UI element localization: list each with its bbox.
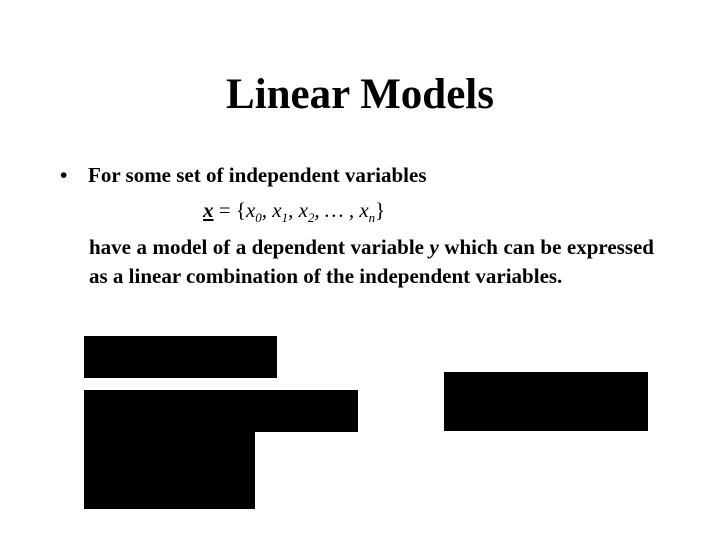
redaction-box	[84, 390, 358, 432]
paragraph-text: have a model of a dependent variable	[89, 235, 430, 259]
description-paragraph: have a model of a dependent variable y w…	[89, 233, 654, 291]
term-x: , … , x	[314, 198, 369, 222]
close-brace: }	[375, 198, 386, 222]
bullet-marker: •	[60, 163, 68, 187]
term-x: x	[245, 198, 256, 222]
term-x: , x	[261, 198, 282, 222]
redaction-box	[84, 431, 255, 509]
bullet-text: For some set of independent variables	[88, 163, 427, 187]
variable-y: y	[429, 235, 439, 259]
slide-title: Linear Models	[226, 71, 494, 118]
term-x: , x	[288, 198, 308, 222]
bullet-item: • For some set of independent variables	[60, 163, 427, 188]
equals-brace: = {	[213, 198, 246, 222]
redaction-box	[84, 336, 277, 378]
vector-x: x	[203, 198, 214, 222]
variable-set-formula: x = {x0, x1, x2, … , xn}	[203, 198, 385, 226]
redaction-box	[444, 372, 648, 431]
